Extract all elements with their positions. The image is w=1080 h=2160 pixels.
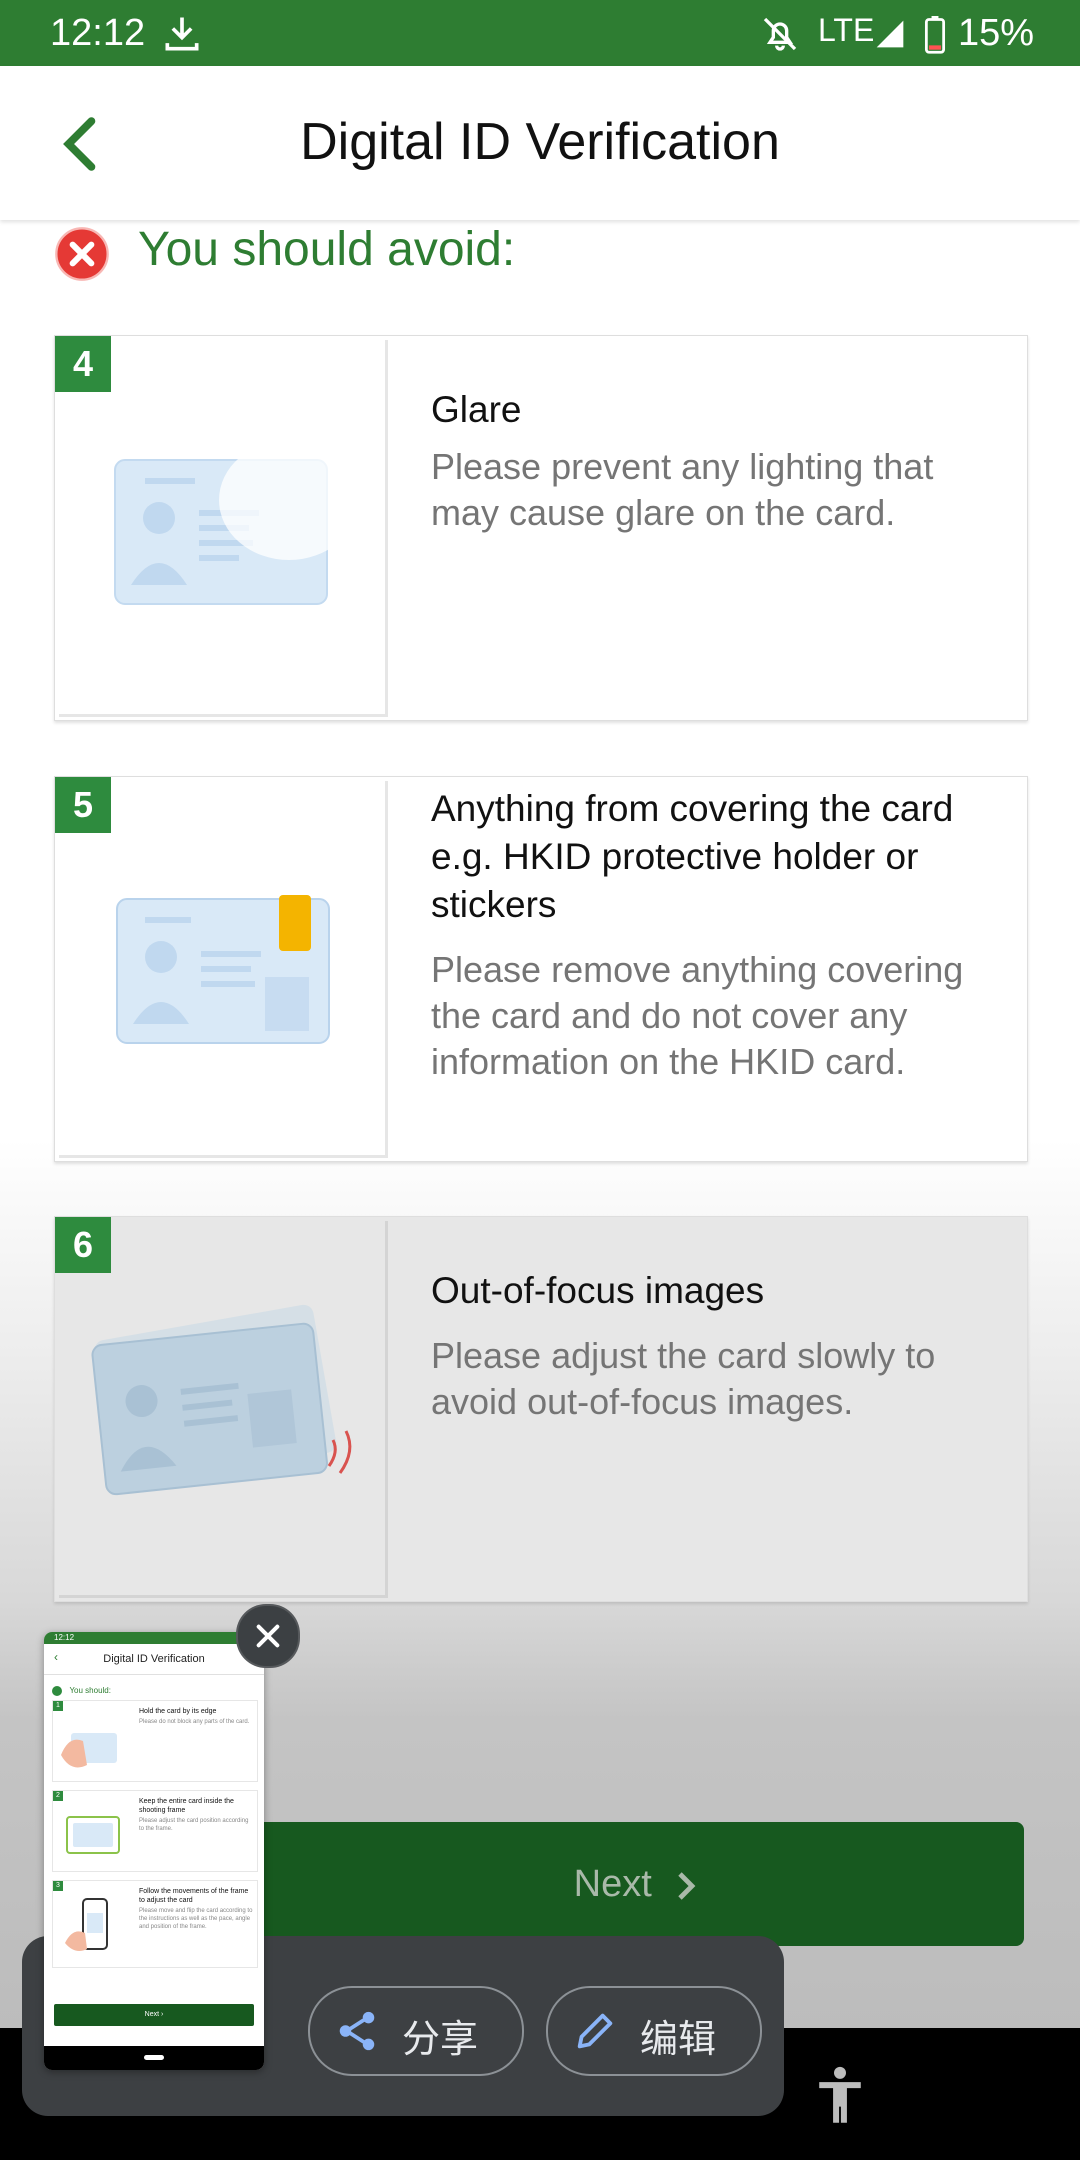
mute-icon: [763, 17, 797, 51]
thumb-item: 2 Keep the entire card inside the shooti…: [52, 1790, 258, 1872]
glare-card-illustration: [114, 440, 359, 605]
signal-icon: [876, 20, 904, 48]
thumb-item-title: Follow the movements of the frame to adj…: [139, 1888, 249, 1904]
next-button-label: Next: [573, 1863, 652, 1905]
thumb-item-desc: Please adjust the card position accordin…: [139, 1818, 249, 1832]
avoid-item-glare: 4 Glare Please prevent any lighting that…: [54, 335, 1028, 721]
screenshot-thumbnail[interactable]: 12:12 ‹ Digital ID Verification You shou…: [44, 1632, 264, 2070]
item-image: [59, 1221, 388, 1598]
share-label: 分享: [402, 2019, 479, 2061]
thumb-item-desc: Please move and flip the card according …: [139, 1908, 253, 1930]
thumb-status-bar: 12:12: [44, 1632, 264, 1644]
item-description: Please remove anything covering the card…: [431, 949, 964, 1082]
item-title: Anything from covering the card e.g. HKI…: [431, 788, 954, 925]
thumb-time: 12:12: [54, 1633, 75, 1642]
status-time: 12:12: [50, 12, 146, 54]
avoid-heading-text: You should avoid:: [138, 223, 516, 276]
item-description: Please adjust the card slowly to avoid o…: [431, 1335, 936, 1422]
battery-icon: [924, 16, 946, 54]
thumb-title: Digital ID Verification: [103, 1653, 205, 1665]
blurry-card-illustration: [91, 1304, 352, 1496]
item-title: Glare: [431, 389, 522, 430]
thumb-home-pill: [144, 2055, 164, 2060]
share-icon: [339, 2011, 375, 2051]
chevron-right-icon: [678, 1872, 696, 1900]
item-description: Please prevent any lighting that may cau…: [431, 446, 934, 533]
avoid-item-covering: 5 Anything from covering the card e.g. H…: [54, 776, 1028, 1162]
thumb-item-badge: 2: [53, 1791, 63, 1801]
page-title: Digital ID Verification: [300, 113, 780, 171]
check-circle-icon: [52, 1685, 62, 1696]
edit-label: 编辑: [640, 2019, 717, 2061]
battery-percent: 15%: [958, 12, 1035, 54]
thumb-heading: You should:: [52, 1682, 111, 1700]
download-icon: [165, 17, 199, 51]
framed-card-illustration: [66, 1816, 120, 1854]
thumb-next-button: Next ›: [54, 2004, 254, 2026]
thumb-item-badge: 3: [53, 1881, 63, 1891]
item-image: [59, 340, 388, 717]
status-bar: 12:12 LTE 15%: [0, 0, 1080, 66]
thumb-item-desc: Please do not block any parts of the car…: [139, 1719, 250, 1725]
thumb-item-badge: 1: [53, 1701, 63, 1711]
thumb-heading-text: You should:: [69, 1686, 111, 1696]
thumb-item: 1 Hold the card by its edge Please do no…: [52, 1700, 258, 1782]
close-icon: [256, 1624, 280, 1648]
covered-card-illustration: [116, 895, 330, 1044]
error-x-icon: [55, 227, 109, 281]
thumb-item-title: Keep the entire card inside the shooting…: [139, 1798, 234, 1814]
hand-card-illustration: [61, 1733, 117, 1768]
item-title: Out-of-focus images: [431, 1270, 765, 1311]
item-number-badge: 4: [55, 336, 111, 392]
thumb-nav-bar: [44, 2046, 264, 2070]
edit-button[interactable]: 编辑: [546, 1986, 762, 2076]
thumbnail-close-button[interactable]: [236, 1604, 300, 1668]
next-button[interactable]: Next: [248, 1822, 1024, 1946]
thumb-next-label: Next: [144, 2011, 160, 2018]
thumb-item-title: Hold the card by its edge: [139, 1708, 217, 1715]
avoid-item-out-of-focus: 6 Out-of-focus images Please adjust the …: [54, 1216, 1028, 1602]
network-type: LTE: [818, 12, 875, 48]
item-image: [59, 781, 388, 1158]
item-number-badge: 6: [55, 1217, 111, 1273]
thumb-item: 3 Follow the movements of the frame to a…: [52, 1880, 258, 1968]
pencil-icon: [577, 2013, 613, 2049]
accessibility-icon[interactable]: [812, 2066, 868, 2126]
share-button[interactable]: 分享: [308, 1986, 524, 2076]
app-bar: Digital ID Verification: [0, 66, 1080, 220]
item-number-badge: 5: [55, 777, 111, 833]
phone-card-illustration: [65, 1898, 108, 1951]
thumb-app-bar: ‹ Digital ID Verification: [44, 1644, 264, 1675]
